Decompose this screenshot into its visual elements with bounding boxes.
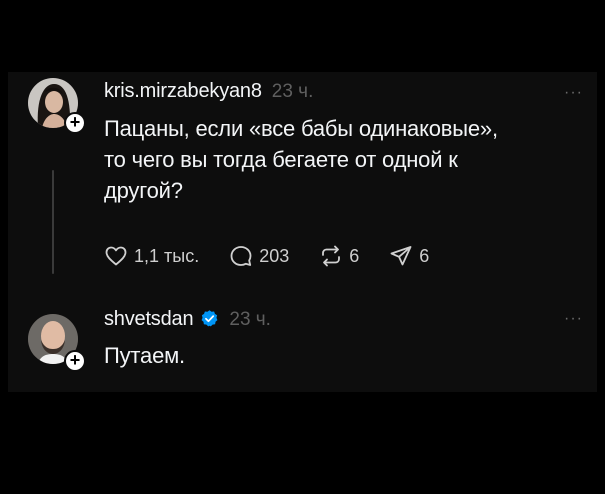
comment-button[interactable]: 203 xyxy=(229,244,289,268)
post: + shvetsdan 23 ч. ··· Путаем. xyxy=(8,298,597,392)
more-icon[interactable]: ··· xyxy=(564,84,583,102)
like-count: 1,1 тыс. xyxy=(134,245,200,266)
username[interactable]: kris.mirzabekyan8 xyxy=(104,80,262,103)
thread-line xyxy=(52,170,54,274)
verified-badge-icon xyxy=(201,310,218,327)
post-text-line: Путаем. xyxy=(104,343,185,368)
share-count: 6 xyxy=(419,245,430,266)
post-text: Путаем. xyxy=(104,340,185,371)
follow-plus-icon[interactable]: + xyxy=(64,350,86,372)
share-icon xyxy=(390,246,412,266)
follow-plus-icon[interactable]: + xyxy=(64,112,86,134)
repost-icon xyxy=(322,245,341,267)
post-text-line: Пацаны, если «все бабы одинаковые», xyxy=(104,116,498,141)
timestamp: 23 ч. xyxy=(271,81,314,102)
repost-button[interactable]: 6 xyxy=(319,244,359,268)
like-button[interactable]: 1,1 тыс. xyxy=(104,244,199,268)
post-text-line: другой? xyxy=(104,178,183,203)
post-text-line: то чего вы тогда бегаете от одной к xyxy=(104,147,458,172)
comment-icon xyxy=(230,246,252,266)
more-icon[interactable]: ··· xyxy=(564,310,583,328)
share-button[interactable]: 6 xyxy=(389,244,429,268)
feed-frame: + kris.mirzabekyan8 23 ч. ··· Пацаны, ес… xyxy=(8,72,597,392)
timestamp: 23 ч. xyxy=(229,309,271,330)
repost-count: 6 xyxy=(349,245,360,266)
heart-icon xyxy=(105,246,127,266)
post-text: Пацаны, если «все бабы одинаковые», то ч… xyxy=(104,113,498,206)
comment-count: 203 xyxy=(259,245,290,266)
post: + kris.mirzabekyan8 23 ч. ··· Пацаны, ес… xyxy=(8,72,597,284)
action-bar: 1,1 тыс. 203 6 6 xyxy=(104,244,459,268)
username[interactable]: shvetsdan xyxy=(104,308,194,331)
